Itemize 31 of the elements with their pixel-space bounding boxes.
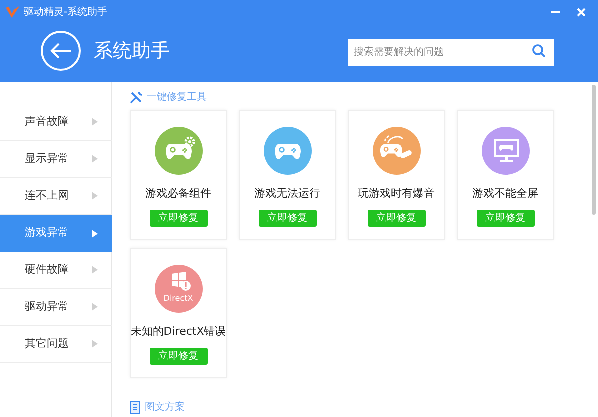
card-title: 游戏无法运行 bbox=[254, 186, 320, 202]
back-arrow-icon bbox=[50, 43, 72, 59]
document-icon bbox=[130, 401, 140, 414]
search-icon bbox=[532, 44, 546, 58]
triangle-icon bbox=[92, 192, 98, 200]
triangle-icon bbox=[92, 118, 98, 126]
sidebar-item[interactable]: 驱动异常 bbox=[0, 289, 112, 326]
section-title: 图文方案 bbox=[145, 400, 185, 415]
wrench-screwdriver-icon bbox=[130, 90, 143, 104]
search-field[interactable]: 搜索需要解决的问题 bbox=[348, 38, 554, 66]
triangle-icon bbox=[92, 266, 98, 274]
page-title: 系统助手 bbox=[94, 38, 170, 64]
triangle-icon bbox=[92, 303, 98, 311]
minimize-icon bbox=[550, 10, 560, 14]
section-title: 一键修复工具 bbox=[147, 90, 207, 104]
logo-icon bbox=[6, 6, 20, 18]
back-button[interactable] bbox=[41, 31, 81, 71]
triangle-icon bbox=[92, 230, 98, 238]
sidebar-item[interactable]: 声音故障 bbox=[0, 104, 112, 141]
card-title: 游戏必备组件 bbox=[146, 186, 212, 202]
sidebar-item[interactable]: 显示异常 bbox=[0, 141, 112, 178]
icon-label: DirectX bbox=[162, 294, 194, 304]
card-title: 未知的DirectX错误 bbox=[130, 324, 226, 340]
window-title: 驱动精灵-系统助手 bbox=[24, 6, 108, 20]
card-title: 游戏不能全屏 bbox=[472, 186, 538, 202]
close-icon bbox=[576, 8, 586, 16]
triangle-icon bbox=[92, 340, 98, 348]
sidebar-item[interactable]: 其它问题 bbox=[0, 326, 112, 363]
sidebar-item[interactable]: 硬件故障 bbox=[0, 252, 112, 289]
card-title: 玩游戏时有爆音 bbox=[358, 186, 435, 202]
triangle-icon bbox=[92, 155, 98, 163]
